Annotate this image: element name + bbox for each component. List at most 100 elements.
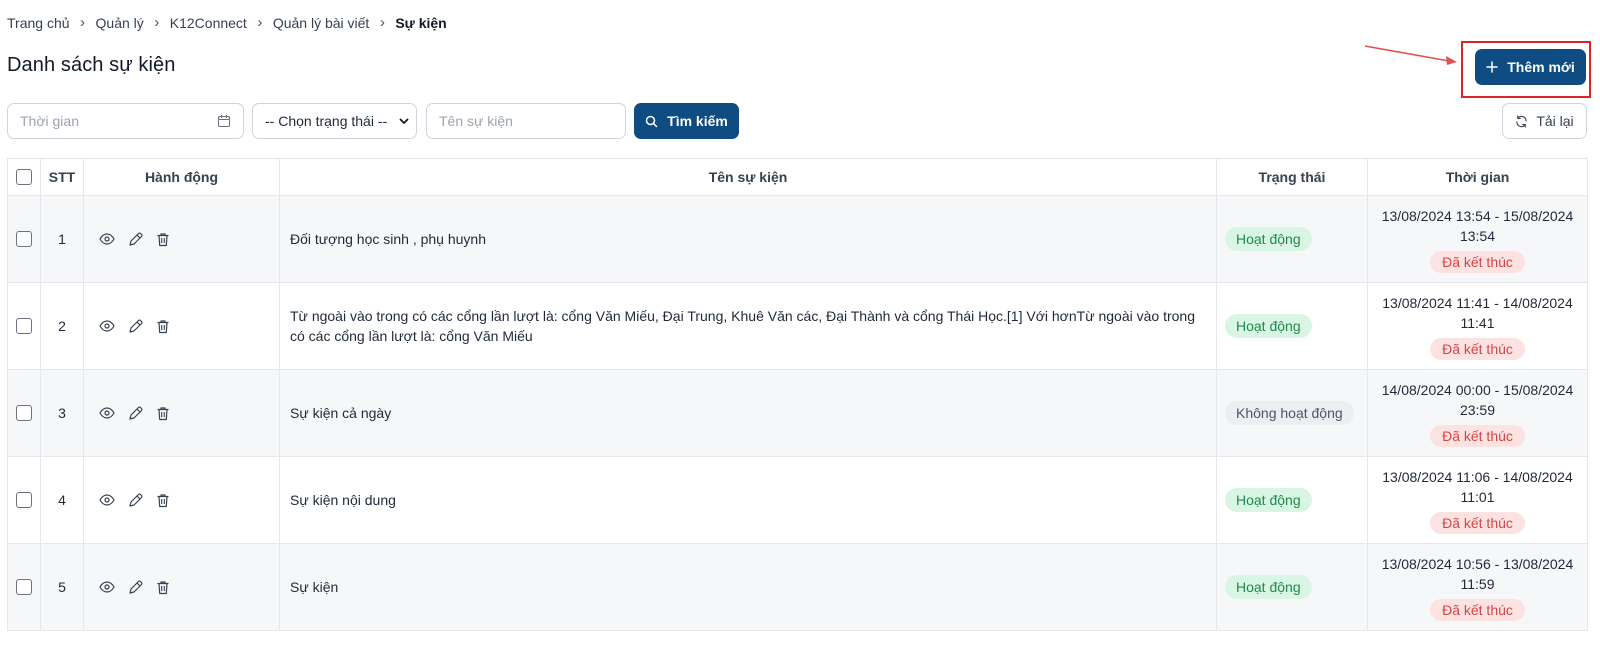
breadcrumb-home[interactable]: Trang chủ [7, 15, 70, 31]
calendar-icon [217, 115, 231, 128]
event-name-input[interactable] [439, 113, 613, 129]
time-range-end: 23:59 [1459, 401, 1496, 418]
time-range-start: 13/08/2024 13:54 - 15/08/2024 [1381, 207, 1574, 224]
view-icon[interactable] [99, 494, 115, 506]
row-stt: 4 [40, 456, 84, 544]
header-select-all[interactable] [7, 158, 41, 196]
chevron-right-icon: › [257, 14, 263, 31]
events-table: STT Hành động Tên sự kiện Trạng thái Thờ… [7, 158, 1588, 631]
row-event-name: Sự kiện [279, 543, 1217, 631]
row-stt: 3 [40, 369, 84, 457]
row-time-cell: 14/08/2024 00:00 - 15/08/2024 23:59 Đã kết… [1367, 369, 1588, 457]
ended-badge: Đã kết thúc [1430, 511, 1525, 534]
reload-label: Tải lại [1536, 113, 1574, 129]
view-icon[interactable] [99, 407, 115, 419]
time-range-end: 11:01 [1460, 488, 1495, 505]
row-checkbox[interactable] [16, 318, 32, 334]
table-row: 1 Đối tượng học sinh , phụ huynh Hoạt động… [7, 195, 1588, 283]
page-title: Danh sách sự kiện [7, 54, 176, 76]
add-new-button[interactable]: Thêm mới [1475, 49, 1586, 85]
status-badge: Hoạt động [1225, 575, 1312, 599]
search-button[interactable]: Tìm kiếm [634, 103, 739, 139]
row-checkbox[interactable] [16, 579, 32, 595]
action-icons [84, 492, 279, 508]
chevron-right-icon: › [154, 14, 160, 31]
view-icon[interactable] [99, 233, 115, 245]
time-range-end: 11:59 [1460, 575, 1495, 592]
time-filter-input[interactable]: Thời gian [7, 103, 244, 139]
breadcrumb-posts[interactable]: Quản lý bài viết [273, 15, 370, 31]
breadcrumb-management[interactable]: Quản lý [96, 15, 144, 31]
plus-icon [1486, 61, 1498, 73]
status-badge: Hoạt động [1225, 488, 1312, 512]
time-range-start: 13/08/2024 10:56 - 13/08/2024 [1381, 555, 1574, 572]
select-all-checkbox[interactable] [16, 169, 32, 185]
breadcrumb-current: Sự kiện [395, 14, 447, 31]
event-name-field[interactable] [426, 103, 626, 139]
row-stt: 5 [40, 543, 84, 631]
header-status: Trạng thái [1216, 158, 1368, 196]
row-actions [83, 543, 280, 631]
breadcrumb-k12connect[interactable]: K12Connect [170, 15, 247, 31]
view-icon[interactable] [99, 581, 115, 593]
row-select-cell [7, 369, 41, 457]
edit-icon[interactable] [128, 231, 143, 247]
action-icons [84, 231, 279, 247]
row-checkbox[interactable] [16, 492, 32, 508]
time-range-start: 13/08/2024 11:06 - 14/08/2024 [1382, 468, 1573, 485]
delete-icon[interactable] [156, 580, 170, 595]
status-select-value: -- Chọn trạng thái -- [265, 113, 388, 129]
time-range-end: 11:41 [1460, 314, 1495, 331]
reload-button[interactable]: Tải lại [1502, 103, 1587, 139]
row-time-cell: 13/08/2024 10:56 - 13/08/2024 11:59 Đã kết… [1367, 543, 1588, 631]
edit-icon[interactable] [128, 318, 143, 334]
row-select-cell [7, 282, 41, 370]
row-event-name: Từ ngoài vào trong có các cổng lần lượt … [279, 282, 1217, 370]
time-range-start: 14/08/2024 00:00 - 15/08/2024 [1381, 381, 1574, 398]
row-actions [83, 456, 280, 544]
edit-icon[interactable] [128, 405, 143, 421]
edit-icon[interactable] [128, 492, 143, 508]
view-icon[interactable] [99, 320, 115, 332]
row-select-cell [7, 456, 41, 544]
breadcrumb: Trang chủ › Quản lý › K12Connect › Quản … [7, 14, 447, 31]
row-status-cell: Hoạt động [1216, 543, 1368, 631]
row-stt: 2 [40, 282, 84, 370]
chevron-right-icon: › [379, 14, 385, 31]
row-time-cell: 13/08/2024 13:54 - 15/08/2024 13:54 Đã kết… [1367, 195, 1588, 283]
row-event-name: Đối tượng học sinh , phụ huynh [279, 195, 1217, 283]
row-time-cell: 13/08/2024 11:06 - 14/08/2024 11:01 Đã kết… [1367, 456, 1588, 544]
ended-badge: Đã kết thúc [1430, 337, 1525, 360]
delete-icon[interactable] [156, 319, 170, 334]
search-icon [645, 115, 658, 127]
delete-icon[interactable] [156, 493, 170, 508]
delete-icon[interactable] [156, 232, 170, 247]
action-icons [84, 405, 279, 421]
row-status-cell: Hoạt động [1216, 282, 1368, 370]
row-status-cell: Hoạt động [1216, 195, 1368, 283]
header-time: Thời gian [1367, 158, 1588, 196]
header-stt: STT [40, 158, 84, 196]
ended-badge: Đã kết thúc [1430, 598, 1525, 621]
header-actions: Hành động [83, 158, 280, 196]
edit-icon[interactable] [128, 579, 143, 595]
row-checkbox[interactable] [16, 231, 32, 247]
search-label: Tìm kiếm [667, 113, 728, 129]
row-select-cell [7, 543, 41, 631]
row-event-name: Sự kiện cả ngày [279, 369, 1217, 457]
delete-icon[interactable] [156, 406, 170, 421]
chevron-down-icon [399, 118, 409, 124]
table-row: 4 Sự kiện nội dung Hoạt động 13/08/2024 11:… [7, 456, 1588, 544]
ended-badge: Đã kết thúc [1430, 250, 1525, 273]
row-event-name: Sự kiện nội dung [279, 456, 1217, 544]
status-badge: Hoạt động [1225, 227, 1312, 251]
status-select[interactable]: -- Chọn trạng thái -- [252, 103, 417, 139]
row-actions [83, 195, 280, 283]
row-actions [83, 369, 280, 457]
action-icons [84, 318, 279, 334]
row-checkbox[interactable] [16, 405, 32, 421]
status-badge: Không hoạt động [1225, 401, 1354, 425]
table-row: 2 Từ ngoài vào trong có các cổng lần lượt… [7, 282, 1588, 370]
row-time-cell: 13/08/2024 11:41 - 14/08/2024 11:41 Đã kết… [1367, 282, 1588, 370]
refresh-icon [1516, 114, 1528, 128]
